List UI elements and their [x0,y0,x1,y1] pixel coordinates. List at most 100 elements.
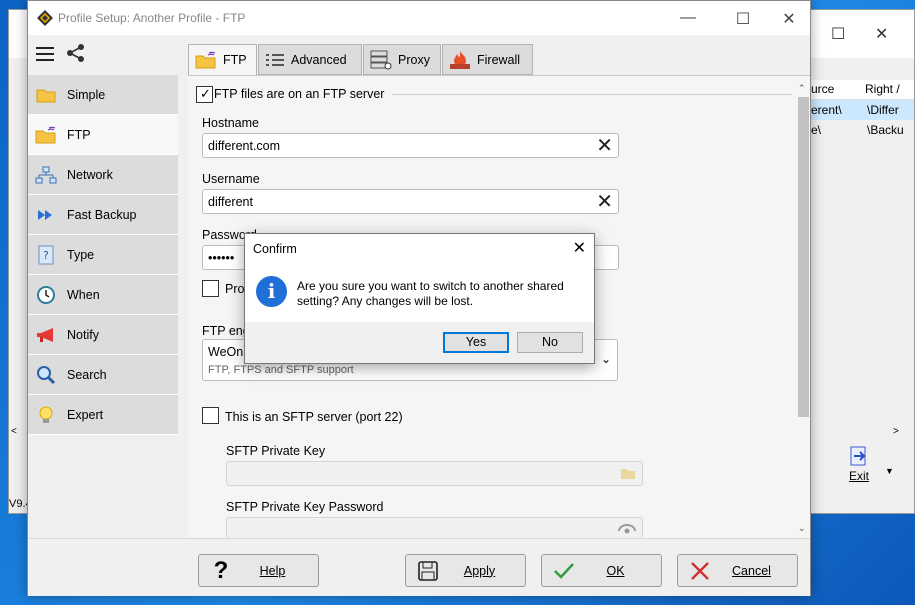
network-icon [35,166,57,183]
username-value: different [208,195,253,209]
hostname-field[interactable]: different.com ✕ [202,133,619,158]
dialog-button-bar: ? Help Apply OK Cancel [28,538,810,596]
tab-ftp[interactable]: FTP [188,44,257,76]
close-icon[interactable]: ✕ [875,24,888,44]
sidebar-item-label: Expert [67,407,104,422]
hostname-label: Hostname [202,116,259,130]
username-field[interactable]: different ✕ [202,189,619,214]
hamburger-menu-icon[interactable] [36,47,54,61]
clock-icon [37,285,55,304]
clear-icon[interactable]: ✕ [596,136,613,156]
dialog-titlebar: Profile Setup: Another Profile - FTP — ☐… [28,1,810,35]
lightbulb-icon [39,406,53,423]
grid-header: urce Right / [809,80,914,100]
maximize-icon[interactable]: ☐ [728,9,758,29]
sftp-checkbox[interactable] [202,407,219,424]
ftp-enabled-label: FTP files are on an FTP server [214,87,385,101]
cancel-x-icon [691,561,709,580]
grid-header-source[interactable]: urce [811,82,834,96]
sidebar-item-label: Fast Backup [67,207,137,222]
eye-icon[interactable] [618,523,636,535]
type-icon: ? [38,245,54,264]
scroll-right-icon[interactable]: > [893,426,899,437]
confirm-footer: Yes No [245,322,594,363]
ftp-enabled-checkbox[interactable]: ✓ [196,86,213,103]
hostname-value: different.com [208,139,281,153]
grid-cell-left: erent\ [811,103,842,117]
yes-button[interactable]: Yes [443,332,509,353]
minimize-icon[interactable]: — [673,9,703,27]
sftp-key-password-label: SFTP Private Key Password [226,500,384,514]
sidebar-item-label: When [67,287,100,302]
fast-backup-icon [38,209,52,220]
sidebar-item-simple[interactable]: Simple [28,75,178,115]
scroll-down-icon[interactable]: ⌄ [798,523,806,534]
scrollbar-thumb[interactable] [798,97,809,417]
no-button[interactable]: No [517,332,583,353]
grid-row[interactable]: erent\ \Differ [809,100,914,120]
sidebar-item-when[interactable]: When [28,275,178,315]
magnifier-icon [37,365,56,384]
ftp-folder-icon [195,51,216,69]
share-icon[interactable] [66,43,86,63]
sidebar-nav: Simple FTP Network Fast Backup ? Type Wh… [28,75,178,435]
scroll-up-icon[interactable]: ⌃ [798,83,806,94]
engine-label: FTP eng [202,324,250,338]
engine-description: FTP, FTPS and SFTP support [208,364,354,376]
confirm-dialog: Confirm ✕ i Are you sure you want to swi… [244,233,595,364]
clear-icon[interactable]: ✕ [596,192,613,212]
grid-cell-right: \Differ [867,103,899,117]
password-value: •••••• [208,251,235,265]
tab-proxy[interactable]: Proxy [363,44,441,75]
help-button[interactable]: ? Help [198,554,319,587]
sidebar-item-label: Network [67,167,113,182]
ok-button[interactable]: OK [541,554,662,587]
app-logo-icon [37,10,53,26]
sidebar-item-notify[interactable]: Notify [28,315,178,355]
close-icon[interactable]: ✕ [573,238,586,258]
sidebar-item-label: Notify [67,327,99,342]
exit-button[interactable]: Exit [839,446,879,483]
tab-label: FTP [223,53,247,67]
grid-row[interactable]: e\ \Backu [809,120,914,140]
sidebar-item-label: FTP [67,127,91,142]
tab-label: Proxy [398,52,430,67]
sftp-key-password-field[interactable] [226,517,643,538]
sftp-key-field[interactable] [226,461,643,486]
sidebar-item-ftp[interactable]: FTP [28,115,178,155]
sidebar-item-network[interactable]: Network [28,155,178,195]
tab-label: Advanced [291,52,347,67]
sidebar-item-type[interactable]: ? Type [28,235,178,275]
checkmark-icon [554,562,574,579]
maximize-icon[interactable]: ☐ [831,24,845,44]
megaphone-icon [37,327,53,342]
sidebar-item-label: Search [67,367,107,382]
vertical-scrollbar[interactable]: ⌃ ⌄ [796,83,810,539]
ftp-folder-icon [35,126,56,143]
chevron-down-icon: ⌄ [600,352,611,366]
folder-icon[interactable] [621,468,635,479]
username-label: Username [202,172,260,186]
folder-icon [36,89,56,102]
exit-icon [850,446,866,466]
sidebar-item-expert[interactable]: Expert [28,395,178,435]
dialog-title: Profile Setup: Another Profile - FTP [58,11,246,25]
sidebar-item-search[interactable]: Search [28,355,178,395]
sidebar-item-label: Simple [67,87,106,102]
tab-advanced[interactable]: Advanced [258,44,362,75]
divider [392,94,792,95]
apply-button[interactable]: Apply [405,554,526,587]
sidebar-item-label: Type [67,247,95,262]
scroll-left-icon[interactable]: < [11,426,17,437]
prompt-checkbox[interactable] [202,280,219,297]
sidebar-item-fast-backup[interactable]: Fast Backup [28,195,178,235]
close-icon[interactable]: ✕ [774,9,804,29]
grid-cell-right: \Backu [867,123,904,137]
save-icon [418,560,438,581]
tab-firewall[interactable]: Firewall [442,44,533,75]
cancel-label: Cancel [732,563,771,578]
dropdown-arrow-icon[interactable]: ▼ [885,466,894,476]
grid-header-right[interactable]: Right / [865,82,900,96]
cancel-button[interactable]: Cancel [677,554,798,587]
help-icon: ? [213,556,229,584]
